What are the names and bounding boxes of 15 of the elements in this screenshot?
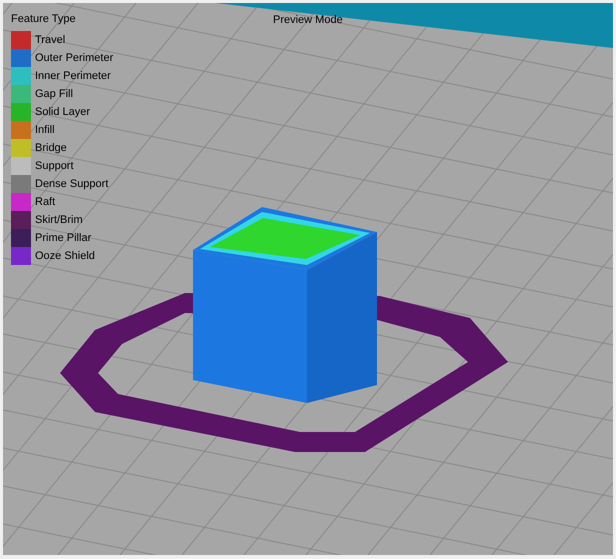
- legend-title: Feature Type: [11, 12, 77, 26]
- legend-label: Ooze Shield: [35, 249, 95, 263]
- legend-label: Raft: [35, 195, 56, 209]
- legend-label: Solid Layer: [35, 105, 90, 119]
- legend-label: Infill: [35, 123, 55, 137]
- legend-label: Travel: [35, 33, 66, 47]
- legend-label: Inner Perimeter: [35, 69, 111, 83]
- mode-label: Preview Mode: [273, 13, 343, 27]
- legend-label: Outer Perimeter: [35, 51, 114, 65]
- legend-label: Dense Support: [35, 177, 108, 191]
- legend-label: Prime Pillar: [35, 231, 92, 245]
- legend-label: Skirt/Brim: [35, 213, 83, 227]
- legend-label: Gap Fill: [35, 87, 73, 101]
- legend-label: Support: [35, 159, 74, 173]
- legend-label: Bridge: [35, 141, 67, 155]
